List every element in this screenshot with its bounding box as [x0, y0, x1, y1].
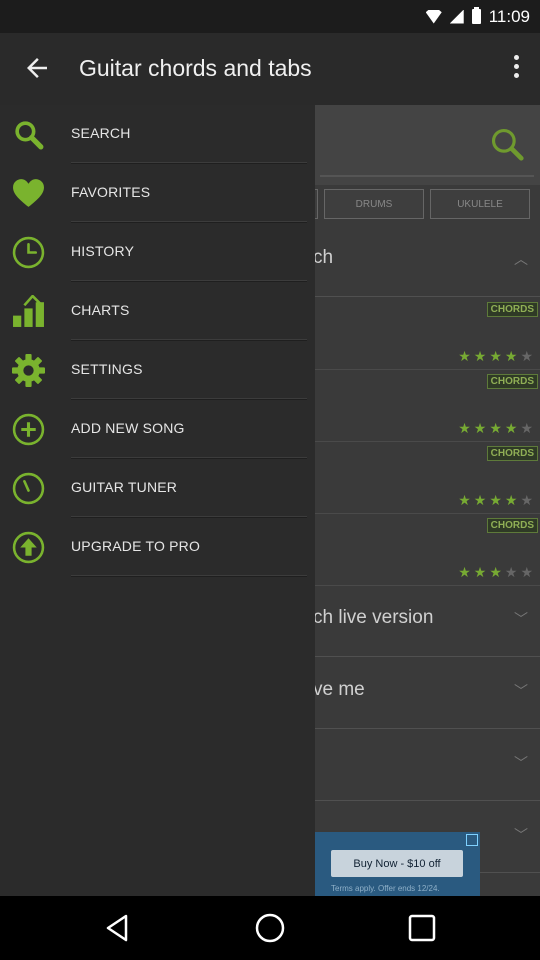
gear-icon: [12, 354, 45, 387]
chevron-down-icon[interactable]: ﹀: [514, 681, 528, 701]
heart-icon: [13, 179, 44, 207]
star-rating: ★★★★★: [458, 420, 536, 436]
nav-recents-icon[interactable]: [404, 910, 440, 946]
ad-buy-button[interactable]: Buy Now - $10 off: [331, 850, 463, 877]
category-tab-drums[interactable]: DRUMS: [324, 189, 424, 219]
star-rating: ★★★★★: [458, 492, 536, 508]
category-tabs: DRUMS UKULELE: [310, 189, 530, 219]
song-header-row[interactable]: ve me ﹀: [313, 657, 540, 729]
song-title-partial: ch live version: [313, 607, 434, 628]
drawer-item-label: CHARTS: [71, 302, 130, 318]
drawer-item-label: UPGRADE TO PRO: [71, 538, 201, 554]
gauge-icon: [12, 472, 45, 505]
song-header-row[interactable]: ﹀: [315, 729, 540, 801]
chords-badge: CHORDS: [486, 374, 538, 389]
navigation-drawer: SEARCH FAVORITES HISTORY CHARTS SETTINGS…: [0, 105, 315, 896]
chevron-up-icon[interactable]: ︿: [514, 249, 528, 269]
app-title: Guitar chords and tabs: [79, 55, 312, 81]
drawer-item-history[interactable]: HISTORY: [0, 223, 315, 282]
ad-terms: Terms apply. Offer ends 12/24.: [331, 884, 440, 893]
status-bar: 11:09: [0, 0, 540, 33]
nav-back-icon[interactable]: [100, 910, 136, 946]
system-nav-bar: [0, 896, 540, 960]
song-row[interactable]: CHORDS ★★★★★: [315, 298, 540, 370]
drawer-item-add-new-song[interactable]: ADD NEW SONG: [0, 400, 315, 459]
category-tab-ukulele[interactable]: UKULELE: [430, 189, 530, 219]
song-header-row[interactable]: ch ︿: [313, 225, 540, 297]
nav-home-icon[interactable]: [252, 910, 288, 946]
chevron-down-icon[interactable]: ﹀: [514, 753, 528, 773]
cellular-signal-icon: [449, 9, 464, 24]
song-row[interactable]: CHORDS ★★★★★: [315, 370, 540, 442]
drawer-item-label: FAVORITES: [71, 184, 151, 200]
chords-badge: CHORDS: [486, 302, 538, 317]
plus-circle-icon: [12, 413, 45, 446]
drawer-item-charts[interactable]: CHARTS: [0, 282, 315, 341]
wifi-icon: [425, 9, 442, 24]
song-title-partial: ve me: [313, 679, 365, 700]
status-time: 11:09: [488, 6, 530, 26]
drawer-item-label: HISTORY: [71, 243, 135, 259]
song-row[interactable]: CHORDS ★★★★★: [315, 442, 540, 514]
drawer-item-upgrade-to-pro[interactable]: UPGRADE TO PRO: [0, 518, 315, 577]
song-row[interactable]: CHORDS ★★★★★: [315, 514, 540, 586]
search-icon: [15, 121, 44, 150]
ad-banner[interactable]: Buy Now - $10 off Terms apply. Offer end…: [315, 832, 480, 896]
chords-badge: CHORDS: [486, 518, 538, 533]
clock-icon: [12, 236, 45, 269]
upload-arrow-icon: [12, 531, 45, 564]
drawer-item-favorites[interactable]: FAVORITES: [0, 164, 315, 223]
search-icon[interactable]: [488, 125, 526, 163]
drawer-item-guitar-tuner[interactable]: GUITAR TUNER: [0, 459, 315, 518]
chords-badge: CHORDS: [486, 446, 538, 461]
battery-icon: [471, 7, 481, 24]
drawer-item-label: SETTINGS: [71, 361, 143, 377]
overflow-menu-icon[interactable]: [508, 55, 524, 83]
drawer-item-label: ADD NEW SONG: [71, 420, 185, 436]
chart-icon: [13, 295, 44, 327]
chevron-down-icon[interactable]: ﹀: [514, 825, 528, 845]
star-rating: ★★★★★: [458, 564, 536, 580]
drawer-item-settings[interactable]: SETTINGS: [0, 341, 315, 400]
drawer-item-label: SEARCH: [71, 125, 131, 141]
song-title-partial: ch: [313, 247, 334, 268]
chevron-down-icon[interactable]: ﹀: [514, 609, 528, 629]
star-rating: ★★★★★: [458, 348, 536, 364]
drawer-item-search[interactable]: SEARCH: [0, 105, 315, 164]
app-bar: Guitar chords and tabs: [0, 33, 540, 105]
song-header-row[interactable]: ch live version ﹀: [313, 585, 540, 657]
drawer-item-label: GUITAR TUNER: [71, 479, 178, 495]
back-arrow-icon[interactable]: [22, 53, 52, 83]
ad-choices-icon[interactable]: [466, 834, 478, 846]
